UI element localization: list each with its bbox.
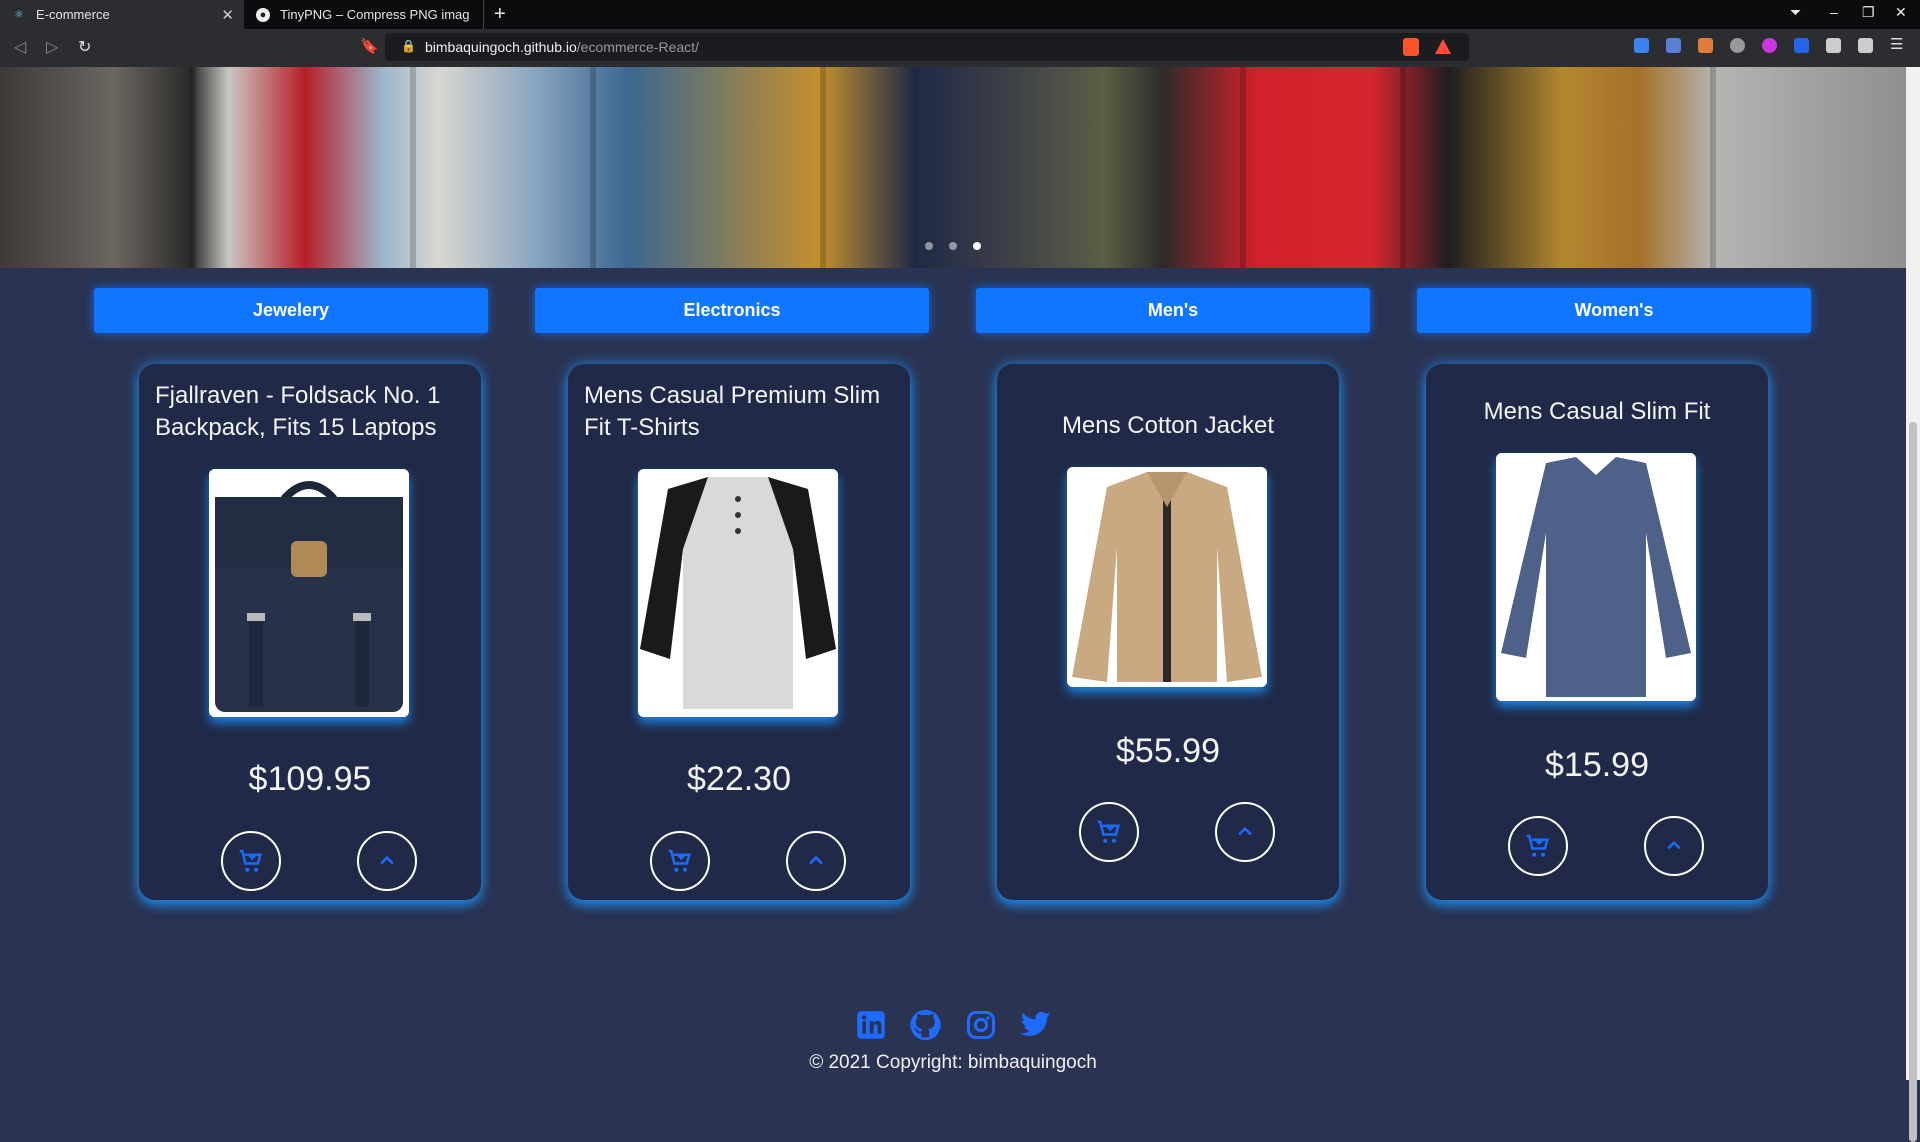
product-price: $15.99 — [1545, 746, 1649, 784]
cart-plus-icon — [1526, 834, 1550, 857]
category-electronics-button[interactable]: Electronics — [535, 288, 929, 333]
chevron-up-icon — [380, 855, 394, 865]
carousel-indicators — [0, 242, 1906, 250]
react-favicon-icon: ⚛ — [14, 9, 24, 21]
chevron-up-icon — [809, 855, 823, 865]
add-to-cart-button[interactable] — [1508, 816, 1568, 876]
cart-plus-icon — [668, 849, 692, 872]
product-card: Mens Casual Slim Fit $15.99 — [1426, 364, 1768, 900]
reload-icon[interactable]: ↻ — [78, 37, 91, 57]
add-to-cart-button[interactable] — [221, 831, 281, 891]
social-links — [0, 1008, 1906, 1041]
bookmark-icon[interactable]: 🔖 — [360, 37, 379, 55]
back-icon[interactable]: ◁ — [14, 37, 26, 57]
details-toggle-button[interactable] — [786, 831, 846, 891]
restore-icon[interactable]: ❐ — [1862, 4, 1875, 21]
linkedin-icon[interactable] — [854, 1008, 887, 1041]
carousel-dot-active[interactable] — [973, 242, 981, 250]
window-close-icon[interactable]: ✕ — [1895, 4, 1907, 21]
reading-list-icon[interactable] — [1858, 38, 1873, 53]
add-to-cart-button[interactable] — [1079, 802, 1139, 862]
github-icon[interactable] — [909, 1008, 942, 1041]
add-to-cart-button[interactable] — [650, 831, 710, 891]
carousel-dot[interactable] — [949, 242, 957, 250]
footer-copyright: © 2021 Copyright: bimbaquingoch — [809, 1052, 1097, 1073]
extension-circle-icon[interactable] — [1730, 38, 1745, 53]
chevron-up-icon — [1238, 826, 1252, 836]
details-toggle-button[interactable] — [1215, 802, 1275, 862]
scrollbar-thumb[interactable] — [1909, 422, 1917, 1142]
product-price: $55.99 — [1116, 732, 1220, 770]
forward-icon[interactable]: ▷ — [46, 37, 58, 57]
browser-toolbar: ◁ ▷ ↻ 🔖 🔒 bimbaquingoch.github.io/ecomme… — [0, 29, 1920, 67]
brave-rewards-icon[interactable] — [1435, 39, 1451, 54]
long-sleeve-tee-image-icon — [1496, 453, 1696, 701]
tab-ecommerce[interactable]: ⚛ E-commerce ✕ — [0, 0, 244, 29]
extension-purple-icon[interactable] — [1762, 38, 1777, 53]
details-toggle-button[interactable] — [357, 831, 417, 891]
tab-title: E-commerce — [36, 7, 110, 22]
product-card: Mens Casual Premium Slim Fit T-Shirts $2… — [568, 364, 910, 900]
carousel-dot[interactable] — [925, 242, 933, 250]
lock-icon: 🔒 — [401, 39, 416, 53]
twitter-icon[interactable] — [1019, 1008, 1052, 1041]
brave-shields-icon[interactable] — [1403, 38, 1419, 56]
details-toggle-button[interactable] — [1644, 816, 1704, 876]
panda-favicon-icon: ● — [256, 7, 270, 22]
cart-plus-icon — [1097, 820, 1121, 843]
extension-icon[interactable] — [1698, 38, 1713, 53]
cart-plus-icon — [239, 849, 263, 872]
address-host: bimbaquingoch.github.io — [425, 39, 577, 55]
address-bar[interactable]: 🔒 bimbaquingoch.github.io/ecommerce-Reac… — [385, 33, 1469, 61]
product-image — [209, 469, 409, 717]
react-devtools-icon[interactable] — [1634, 38, 1649, 53]
new-tab-plus-icon[interactable]: + — [494, 3, 506, 26]
tab-tinypng[interactable]: ● TinyPNG – Compress PNG imag — [244, 0, 484, 29]
product-price: $22.30 — [687, 760, 791, 798]
category-womens-button[interactable]: Women's — [1417, 288, 1811, 333]
extension-chart-icon[interactable] — [1666, 38, 1681, 53]
category-jewelery-button[interactable]: Jewelery — [94, 288, 488, 333]
puzzle-extensions-icon[interactable] — [1826, 38, 1841, 53]
product-card: Fjallraven - Foldsack No. 1 Backpack, Fi… — [139, 364, 481, 900]
henley-shirt-image-icon — [638, 469, 838, 717]
menu-icon[interactable]: ☰ — [1890, 35, 1905, 53]
minimize-icon[interactable]: – — [1830, 4, 1838, 20]
product-title: Mens Casual Slim Fit — [1483, 398, 1711, 425]
hero-carousel — [0, 67, 1906, 268]
browser-tab-bar: ⚛ E-commerce ✕ ● TinyPNG – Compress PNG … — [0, 0, 1920, 29]
product-title: Mens Casual Premium Slim Fit T-Shirts — [584, 382, 881, 441]
tab-title: TinyPNG – Compress PNG imag — [280, 7, 470, 22]
extension-tag-icon[interactable] — [1794, 38, 1809, 53]
product-card: Mens Cotton Jacket $55.99 — [997, 364, 1339, 900]
address-path: /ecommerce-React/ — [576, 39, 699, 55]
page-scrollbar[interactable] — [1906, 67, 1920, 1142]
chevron-up-icon — [1667, 840, 1681, 850]
backpack-image-icon — [209, 469, 409, 717]
product-image — [1067, 467, 1267, 687]
product-title: Fjallraven - Foldsack No. 1 Backpack, Fi… — [155, 382, 441, 441]
product-price: $109.95 — [248, 760, 372, 798]
product-image — [1496, 453, 1696, 701]
instagram-icon[interactable] — [964, 1008, 997, 1041]
jacket-image-icon — [1067, 467, 1267, 687]
product-title: Mens Cotton Jacket — [1061, 412, 1275, 439]
close-tab-icon[interactable]: ✕ — [221, 6, 234, 24]
tab-search-icon[interactable]: ⏷ — [1790, 4, 1801, 21]
product-image — [638, 469, 838, 717]
category-mens-button[interactable]: Men's — [976, 288, 1370, 333]
